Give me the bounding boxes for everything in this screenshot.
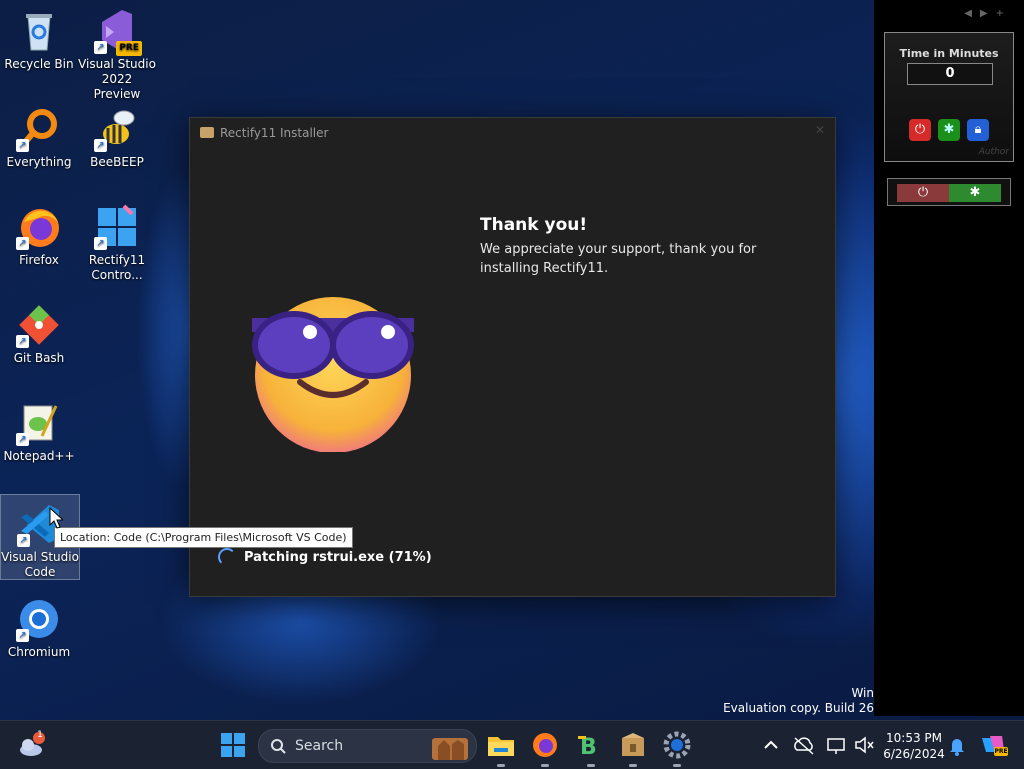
power-icon[interactable]: ⏻	[909, 119, 931, 141]
windows-logo-icon: ↗	[94, 204, 140, 250]
desktop-icon-git-bash[interactable]: ↗ Git Bash	[0, 296, 78, 366]
gadget-nav[interactable]: ◀▶+	[964, 8, 1012, 19]
desktop-icon-rectify11-control[interactable]: ↗ Rectify11 Contro...	[78, 198, 156, 283]
restart-icon[interactable]: ✱	[949, 184, 1001, 202]
lock-icon[interactable]: 🔒︎	[967, 119, 989, 141]
file-explorer-icon[interactable]	[486, 730, 516, 767]
notepad-icon: ↗	[16, 400, 62, 446]
close-icon[interactable]: ✕	[815, 123, 825, 137]
shortcut-arrow-icon: ↗	[94, 139, 107, 152]
desktop-icon-label: Rectify11 Contro...	[88, 253, 146, 282]
search-icon	[271, 739, 286, 754]
search-highlight-icon	[432, 738, 468, 760]
desktop-icon-label: BeeBEEP	[90, 155, 144, 169]
package-installer-icon[interactable]	[618, 730, 648, 767]
install-status: Patching rstrui.exe (71%)	[244, 550, 432, 565]
window-title: Rectify11 Installer	[220, 126, 329, 140]
shutdown-timer-gadget: Time in Minutes 0 ⏻ ✱ 🔒︎ Author	[884, 32, 1014, 162]
chevron-up-icon[interactable]	[760, 730, 782, 760]
magnifier-icon: ↗	[16, 106, 62, 152]
running-indicator	[541, 764, 549, 767]
desktop-icon-chromium[interactable]: ↗ Chromium	[0, 590, 78, 660]
shutdown-icon[interactable]: ⏻	[897, 184, 949, 202]
system-clock[interactable]: 10:53 PM 6/26/2024	[880, 730, 948, 762]
desktop-icon-firefox[interactable]: ↗ Firefox	[0, 198, 78, 268]
desktop-icon-label: Visual Studio Code	[1, 550, 79, 579]
watermark-line-1: Win	[851, 686, 874, 700]
desktop-icon-beebeep[interactable]: ↗ BeeBEEP	[78, 100, 156, 170]
running-indicator	[587, 764, 595, 767]
start-button[interactable]	[218, 730, 248, 760]
desktop-icon-everything[interactable]: ↗ Everything	[0, 100, 78, 170]
desktop-icon-visual-studio-preview[interactable]: PRE ↗ Visual Studio 2022 Preview	[78, 2, 156, 102]
cloud-offline-icon[interactable]	[792, 730, 816, 760]
restart-icon[interactable]: ✱	[938, 119, 960, 141]
shortcut-arrow-icon: ↗	[16, 629, 29, 642]
installer-window: Rectify11 Installer ✕ Thank you! We appr…	[189, 117, 836, 597]
pre-badge: PRE	[994, 748, 1008, 755]
shortcut-arrow-icon: ↗	[16, 237, 29, 250]
watermark-line-2: Evaluation copy. Build 26	[723, 701, 874, 715]
firefox-taskbar-icon[interactable]	[530, 730, 560, 767]
search-placeholder: Search	[295, 738, 344, 754]
desktop-icon-notepad-plus-plus[interactable]: ↗ Notepad++	[0, 394, 78, 464]
running-indicator	[673, 764, 681, 767]
running-indicator	[497, 764, 505, 767]
desktop-icon-label: Recycle Bin	[4, 57, 74, 71]
timer-title: Time in Minutes	[899, 47, 999, 60]
clock-date: 6/26/2024	[883, 747, 945, 761]
taskbar: 1 Search B 10:53 PM 6/26/2024 PRE	[0, 720, 1024, 769]
thank-you-heading: Thank you!	[480, 215, 588, 235]
shortcut-arrow-icon: ↗	[16, 139, 29, 152]
notification-bell-icon[interactable]	[946, 730, 968, 760]
visual-studio-icon: PRE ↗	[94, 8, 142, 56]
desktop-icon-label: Firefox	[19, 253, 59, 267]
firefox-icon: ↗	[16, 204, 62, 250]
progress-spinner-icon	[218, 548, 236, 566]
clock-time: 10:53 PM	[886, 731, 942, 745]
recycle-bin-icon	[16, 8, 62, 54]
shortcut-arrow-icon: ↗	[94, 41, 107, 54]
running-indicator	[629, 764, 637, 767]
cool-emoji-icon	[248, 290, 418, 453]
desktop-icon-label: Chromium	[7, 645, 71, 659]
weather-icon[interactable]: 1	[17, 730, 47, 760]
beebeep-taskbar-icon[interactable]: B	[576, 730, 606, 767]
shortcut-arrow-icon: ↗	[16, 335, 29, 348]
gadget-watermark: Author	[978, 147, 1009, 157]
shortcut-arrow-icon: ↗	[16, 433, 29, 446]
shortcut-arrow-icon: ↗	[17, 534, 30, 547]
bee-icon: ↗	[94, 106, 140, 152]
folder-icon	[200, 127, 214, 138]
location-tooltip: Location: Code (C:\Program Files\Microso…	[54, 527, 353, 548]
weather-badge: 1	[37, 730, 43, 740]
desktop-icon-label: Notepad++	[3, 449, 75, 463]
copilot-icon[interactable]: PRE	[978, 730, 1008, 760]
mouse-cursor-icon	[49, 506, 65, 533]
pre-badge: PRE	[116, 41, 142, 56]
desktop-icon-label: Everything	[6, 155, 72, 169]
chromium-icon: ↗	[16, 596, 62, 642]
thank-you-message: We appreciate your support, thank you fo…	[480, 242, 757, 276]
shortcut-arrow-icon: ↗	[94, 237, 107, 250]
speaker-muted-icon[interactable]	[854, 730, 876, 760]
timer-minutes-field[interactable]: 0	[907, 63, 993, 85]
display-icon[interactable]	[826, 730, 848, 760]
taskbar-search[interactable]: Search	[258, 729, 477, 763]
settings-icon[interactable]	[662, 730, 692, 767]
desktop-icon-recycle-bin[interactable]: Recycle Bin	[0, 2, 78, 72]
desktop-icon-label: Visual Studio 2022 Preview	[78, 57, 156, 101]
desktop-icon-label: Git Bash	[13, 351, 65, 365]
shutdown-gadget: ⏻ ✱	[887, 178, 1011, 206]
git-icon: ↗	[16, 302, 62, 348]
